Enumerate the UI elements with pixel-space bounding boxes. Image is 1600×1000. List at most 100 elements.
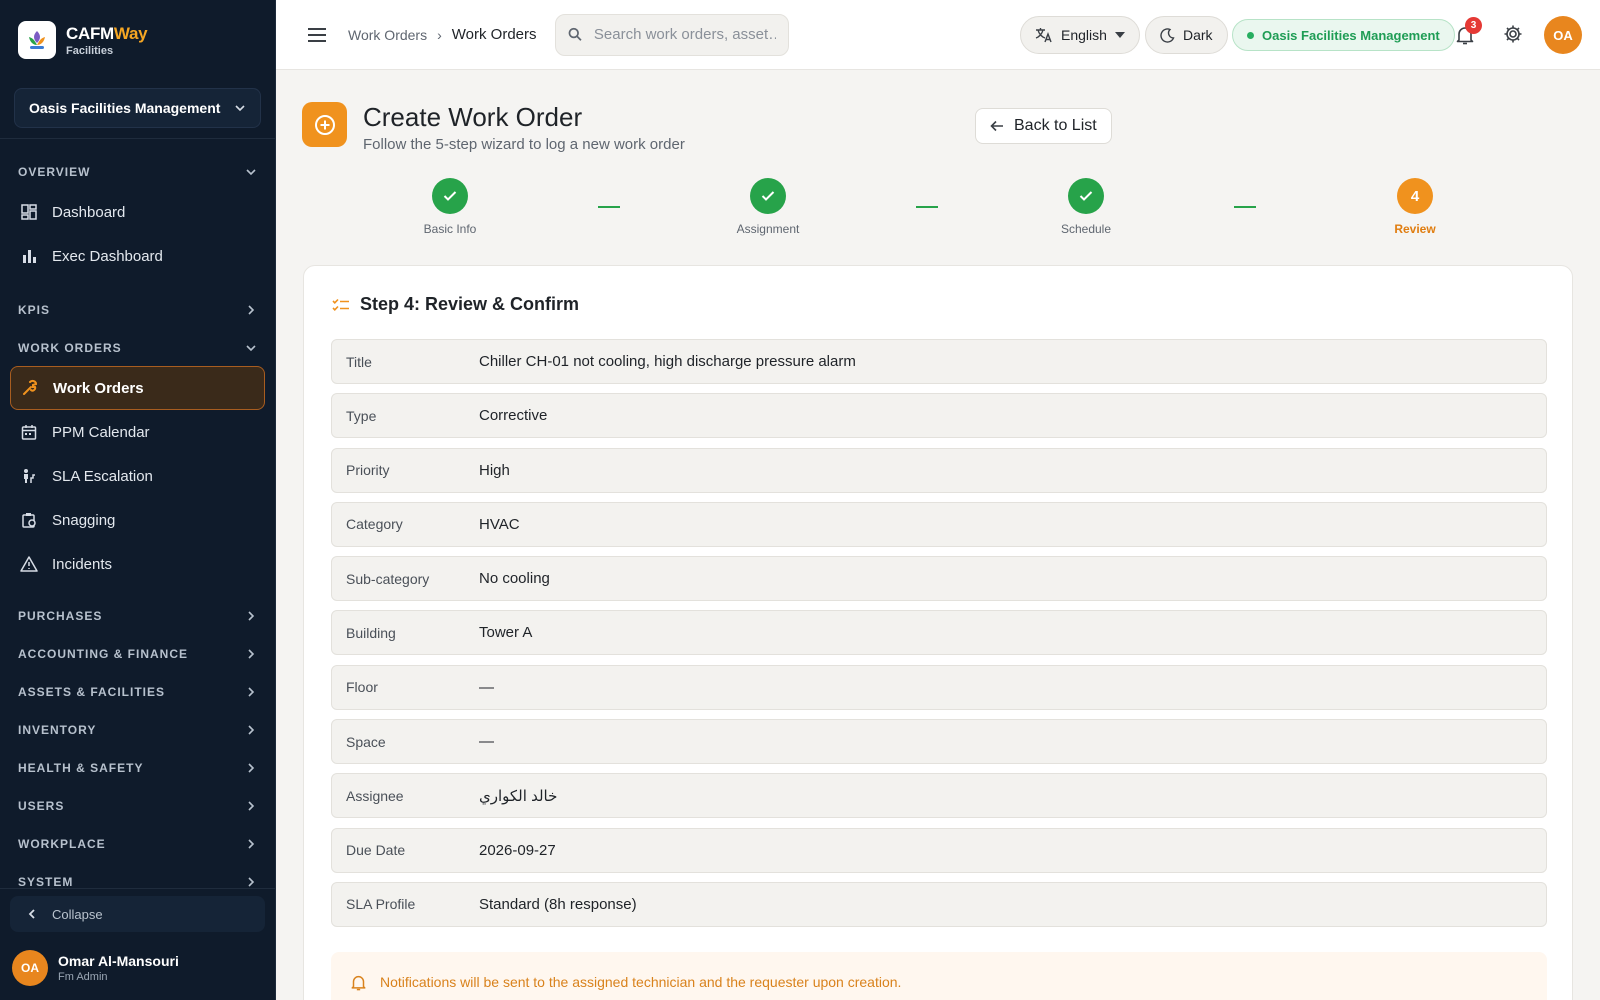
search-input[interactable]: Search work orders, asset… <box>554 13 789 56</box>
chevron-down-icon <box>246 169 256 176</box>
breadcrumb-link[interactable]: Work Orders <box>348 27 427 43</box>
section-assets-facilities[interactable]: ASSETS & FACILITIES <box>0 674 275 710</box>
chevron-left-icon <box>28 909 35 919</box>
collapse-label: Collapse <box>52 906 103 922</box>
section-accounting-finance[interactable]: ACCOUNTING & FINANCE <box>0 636 275 672</box>
section-workplace[interactable]: WORKPLACE <box>0 826 275 862</box>
collapse-button[interactable]: Collapse <box>10 896 265 932</box>
sidebar-item-snagging[interactable]: Snagging <box>10 498 265 542</box>
sidebar-item-exec-dashboard[interactable]: Exec Dashboard <box>10 234 265 278</box>
notifications-button[interactable]: 3 <box>1456 17 1482 50</box>
review-row-due-date: Due Date 2026-09-27 <box>331 827 1547 873</box>
section-inventory[interactable]: INVENTORY <box>0 712 275 748</box>
step-basic-info[interactable]: Basic Info <box>380 178 520 236</box>
arrow-left-icon <box>990 120 1003 132</box>
caret-down-icon <box>1114 32 1125 38</box>
row-value: خالد الكواري <box>479 787 558 805</box>
row-value: High <box>479 461 510 479</box>
chevron-down-icon <box>246 345 256 352</box>
step-assignment[interactable]: Assignment <box>698 178 838 236</box>
review-row-assignee: Assignee خالد الكواري <box>331 773 1547 819</box>
section-label: ASSETS & FACILITIES <box>18 685 166 699</box>
row-value: HVAC <box>479 515 520 533</box>
check-icon <box>750 178 786 214</box>
sidebar-item-label: Dashboard <box>52 203 126 221</box>
sidebar-item-label: PPM Calendar <box>52 423 150 441</box>
theme-toggle[interactable]: Dark <box>1145 16 1228 54</box>
brand-subtitle: Facilities <box>66 44 114 57</box>
step-review[interactable]: 4 Review <box>1345 178 1485 236</box>
section-label: ACCOUNTING & FINANCE <box>18 647 188 661</box>
chevron-right-icon <box>248 839 255 849</box>
review-card: Step 4: Review & Confirm Title Chiller CH… <box>303 265 1573 1000</box>
row-value: No cooling <box>479 570 550 588</box>
sidebar-item-label: Incidents <box>52 555 113 573</box>
chevron-right-icon <box>248 801 255 811</box>
step-label: Assignment <box>736 222 800 236</box>
row-label: Due Date <box>346 842 406 859</box>
row-label: Floor <box>346 679 378 696</box>
sidebar-item-ppm-calendar[interactable]: PPM Calendar <box>10 410 265 454</box>
chevron-right-icon: › <box>437 26 442 43</box>
section-work-orders[interactable]: WORK ORDERS <box>0 330 275 366</box>
section-purchases[interactable]: PURCHASES <box>0 598 275 634</box>
chevron-right-icon <box>248 877 255 887</box>
row-label: Category <box>346 516 403 533</box>
step-connector <box>598 206 620 208</box>
row-value: Chiller CH-01 not cooling, high discharg… <box>479 353 856 370</box>
sidebar-item-label: Work Orders <box>53 379 144 397</box>
avatar[interactable]: OA <box>1544 16 1582 54</box>
search-placeholder: Search work orders, asset… <box>593 26 776 43</box>
calendar-icon <box>20 423 38 441</box>
wizard-stepper: Basic Info Assignment Schedule 4 Review <box>276 178 1600 240</box>
section-users[interactable]: USERS <box>0 788 275 824</box>
settings-button[interactable] <box>1503 24 1523 49</box>
org-selector[interactable]: Oasis Facilities Management <box>14 88 261 128</box>
sidebar-item-work-orders[interactable]: Work Orders <box>10 366 265 410</box>
section-kpis-label: KPIS <box>18 303 51 317</box>
checklist-icon <box>332 298 349 311</box>
row-value: Tower A <box>479 624 533 642</box>
section-health-safety[interactable]: HEALTH & SAFETY <box>0 750 275 786</box>
section-label: HEALTH & SAFETY <box>18 761 144 775</box>
org-selector-label: Oasis Facilities Management <box>29 100 221 116</box>
brand-logo-icon <box>18 21 56 59</box>
sidebar-item-label: SLA Escalation <box>52 467 153 485</box>
brand[interactable]: CAFMWay Facilities <box>0 0 275 80</box>
sidebar-item-incidents[interactable]: Incidents <box>10 542 265 586</box>
section-system[interactable]: SYSTEM <box>0 864 275 900</box>
sidebar-item-sla-escalation[interactable]: SLA Escalation <box>10 454 265 498</box>
dashboard-icon <box>20 203 38 221</box>
review-row-category: Category HVAC <box>331 501 1547 547</box>
row-label: Assignee <box>346 787 404 804</box>
breadcrumb: Work Orders › Work Orders <box>348 26 537 43</box>
row-value: Corrective <box>479 407 548 425</box>
section-overview[interactable]: OVERVIEW <box>0 154 275 190</box>
chevron-down-icon <box>235 105 245 112</box>
chevron-right-icon <box>248 611 255 621</box>
bell-icon <box>351 975 366 990</box>
section-kpis[interactable]: KPIS <box>0 292 275 328</box>
review-list: Title Chiller CH-01 not cooling, high dis… <box>331 339 1547 936</box>
section-label: PURCHASES <box>18 609 103 623</box>
step-label: Review <box>1394 222 1436 236</box>
language-selector[interactable]: English <box>1020 16 1140 54</box>
row-value: — <box>479 733 494 751</box>
card-title-text: Step 4: Review & Confirm <box>360 294 580 314</box>
user-profile[interactable]: OA Omar Al-Mansouri Fm Admin <box>12 950 179 986</box>
check-icon <box>432 178 468 214</box>
row-label: Building <box>346 624 396 641</box>
translate-icon <box>1035 28 1052 43</box>
menu-icon[interactable] <box>306 26 328 44</box>
check-icon <box>1068 178 1104 214</box>
chevron-right-icon <box>248 725 255 735</box>
step-schedule[interactable]: Schedule <box>1016 178 1156 236</box>
org-status-badge[interactable]: Oasis Facilities Management <box>1232 19 1455 51</box>
sidebar-item-dashboard[interactable]: Dashboard <box>10 190 265 234</box>
review-row-building: Building Tower A <box>331 610 1547 656</box>
review-row-priority: Priority High <box>331 447 1547 493</box>
row-label: Sub-category <box>346 570 430 587</box>
step-label: Schedule <box>1060 222 1112 236</box>
back-to-list-button[interactable]: Back to List <box>975 108 1112 144</box>
review-row-type: Type Corrective <box>331 393 1547 439</box>
